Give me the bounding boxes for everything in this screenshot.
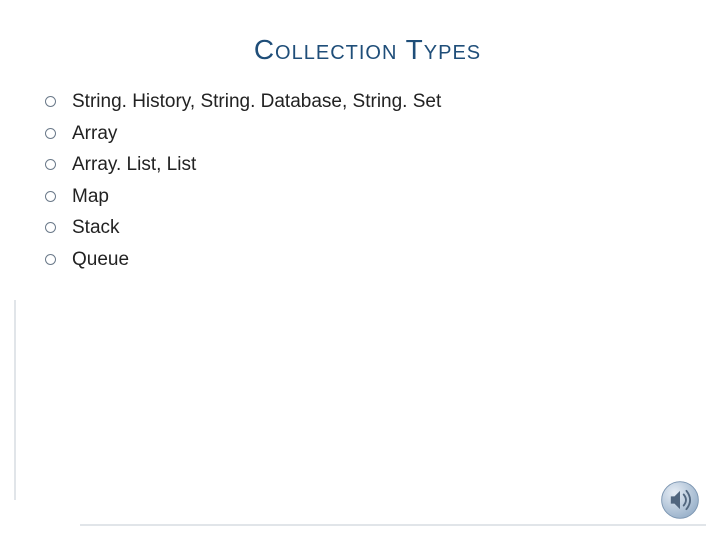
list-item: Array (45, 120, 690, 148)
list-item-label: Array. List, List (72, 151, 196, 179)
bullet-marker-icon (45, 96, 56, 107)
list-item-label: Map (72, 183, 109, 211)
list-item-label: Stack (72, 214, 120, 242)
list-item: Array. List, List (45, 151, 690, 179)
bullet-marker-icon (45, 222, 56, 233)
bullet-list: String. History, String. Database, Strin… (45, 88, 690, 273)
decorative-left-rule (14, 300, 16, 500)
bullet-marker-icon (45, 128, 56, 139)
list-item: String. History, String. Database, Strin… (45, 88, 690, 116)
list-item: Queue (45, 246, 690, 274)
decorative-bottom-rule (80, 524, 706, 526)
list-item: Map (45, 183, 690, 211)
slide-title: Collection Types (45, 34, 690, 66)
bullet-marker-icon (45, 254, 56, 265)
slide: Collection Types String. History, String… (0, 0, 720, 540)
list-item-label: Array (72, 120, 117, 148)
bullet-marker-icon (45, 191, 56, 202)
list-item-label: String. History, String. Database, Strin… (72, 88, 441, 116)
speaker-icon[interactable] (658, 478, 702, 522)
list-item: Stack (45, 214, 690, 242)
bullet-marker-icon (45, 159, 56, 170)
list-item-label: Queue (72, 246, 129, 274)
